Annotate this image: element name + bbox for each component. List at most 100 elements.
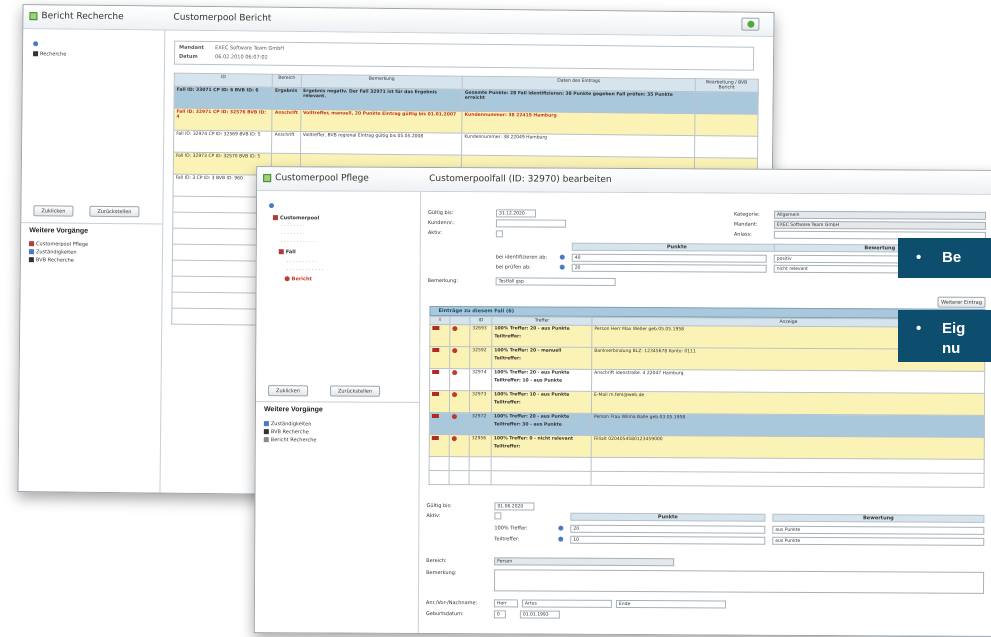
geburtsdatum-field[interactable]: 01.01.1993 bbox=[519, 610, 560, 619]
zuklicken-button[interactable]: Zuklicken bbox=[33, 205, 74, 217]
lower-bemerkung-textarea[interactable] bbox=[494, 569, 985, 594]
geb-prefix-field[interactable]: 0 bbox=[493, 610, 506, 619]
nav-label: Zuständigkeiten bbox=[270, 421, 312, 428]
lower-bewertung-header: Bewertung bbox=[772, 513, 985, 523]
flag-icon[interactable] bbox=[431, 435, 439, 441]
mandant-select[interactable]: EXEC Software Team GmbH bbox=[773, 220, 986, 230]
entry-row[interactable]: 32956 100% Treffer: 0 - nicht relevant Tei… bbox=[429, 434, 985, 460]
flag-icon[interactable] bbox=[432, 347, 440, 353]
tree-fall[interactable]: Fall bbox=[278, 249, 296, 255]
bereich-select[interactable]: Person bbox=[494, 557, 675, 567]
delete-cell[interactable] bbox=[429, 390, 450, 413]
nav-bericht-recherche[interactable]: Bericht Recherche bbox=[263, 437, 316, 443]
mandant-label: Mandant bbox=[179, 44, 204, 51]
nav-zustaendigkeiten[interactable]: Zuständigkeiten bbox=[28, 249, 77, 256]
zuklicken-button[interactable]: Zuklicken bbox=[268, 385, 309, 397]
nav-customerpool-pflege[interactable]: Customerpool Pflege bbox=[29, 241, 88, 248]
entry-treffer: 100% Treffer: 20 - aus Punkte Teiltreffer… bbox=[491, 368, 592, 392]
aktiv-checkbox[interactable] bbox=[495, 230, 503, 238]
flag-icon[interactable] bbox=[432, 325, 440, 331]
kategorie-select[interactable]: Allgemein bbox=[773, 210, 986, 220]
callout-box-2: • Eig nu bbox=[898, 310, 991, 362]
nav-label: Zuständigkeiten bbox=[35, 249, 77, 256]
info-icon[interactable] bbox=[558, 525, 564, 531]
treffer-main: 100% Treffer: 20 - aus Punkte bbox=[494, 326, 570, 332]
delete-cell[interactable] bbox=[429, 346, 450, 369]
kundennr-label: Kundennr.: bbox=[427, 219, 455, 227]
tree-eintrag-b[interactable]: · · · · · · · · · · · · bbox=[287, 267, 324, 273]
tree-item-recherche[interactable]: Recherche bbox=[33, 51, 67, 58]
tree-bericht[interactable]: Bericht bbox=[284, 276, 312, 282]
tree-customerpool[interactable]: Customerpool bbox=[272, 215, 319, 221]
kundennr-field[interactable] bbox=[495, 219, 566, 228]
cell-bearbeitung bbox=[694, 135, 758, 159]
entry-row[interactable]: 32974 100% Treffer: 20 - aus Punkte Teiltr… bbox=[429, 368, 985, 394]
empty-row bbox=[429, 470, 985, 488]
nav-bvb-recherche[interactable]: BVB Recherche bbox=[28, 257, 74, 264]
delete-cell[interactable] bbox=[429, 434, 450, 457]
nav-bvb-recherche[interactable]: BVB Recherche bbox=[263, 429, 309, 435]
delete-cell[interactable] bbox=[429, 324, 450, 347]
empty-cell bbox=[449, 456, 470, 471]
empty-cell bbox=[469, 456, 492, 471]
delete-cell[interactable] bbox=[429, 412, 450, 435]
vorname-field[interactable]: Artus bbox=[521, 599, 612, 608]
tree-sub-2[interactable]: · · · · · · · · bbox=[281, 231, 305, 237]
column-header: X bbox=[429, 316, 450, 325]
tree-sub-3[interactable]: · · · · · · · · · · · bbox=[281, 239, 314, 245]
lower-aktiv-checkbox[interactable] bbox=[494, 512, 502, 520]
lower-teiltreffer-rating[interactable]: aus Punkte bbox=[772, 536, 985, 546]
lower-gueltig-field[interactable]: 01.06.2020 bbox=[494, 502, 535, 511]
geburtsdatum-label: Geburtsdatum: bbox=[425, 610, 464, 618]
callout-text-1: Be bbox=[942, 249, 962, 266]
treffer-main: 100% Treffer: 20 - aus Punkte bbox=[494, 370, 570, 376]
entry-anzeige: Anschrift Idenstraße. 4 22047 Hamburg bbox=[591, 369, 985, 394]
flag-icon[interactable] bbox=[432, 369, 440, 375]
weiterer-eintrag-button[interactable]: Weiterer Eintrag bbox=[937, 296, 986, 308]
info-icon[interactable] bbox=[558, 536, 564, 542]
treffer-main: 100% Treffer: 20 - aus Punkte bbox=[493, 414, 570, 420]
lower-treffer-field[interactable]: 20 bbox=[570, 524, 766, 534]
zurueckstellen-button[interactable]: Zurückstellen bbox=[330, 385, 381, 397]
report-icon bbox=[263, 437, 269, 443]
tree-label: Recherche bbox=[40, 51, 67, 58]
column-header bbox=[449, 316, 470, 325]
tree-sub-1[interactable]: · · · · · · · · bbox=[281, 223, 305, 229]
cell-bearbeitung bbox=[694, 91, 759, 115]
lower-aktiv-label: Aktiv: bbox=[426, 512, 441, 520]
anrede-select[interactable]: Herr bbox=[493, 599, 518, 608]
pruefen-label: bei prüfen ab: bbox=[495, 264, 531, 271]
treffer-sub: Teiltreffer: 30 - aus Punkte bbox=[493, 422, 562, 428]
info-icon[interactable] bbox=[559, 264, 565, 270]
flag-icon[interactable] bbox=[431, 413, 439, 419]
info-icon[interactable] bbox=[559, 254, 565, 260]
tree-eintrag-a[interactable]: · · · · · · · · · · bbox=[287, 259, 317, 265]
refresh-button[interactable] bbox=[741, 17, 760, 31]
empty-cell bbox=[449, 470, 470, 485]
cell-daten: Gesamte Punkte: 28 Fall identifizieren: … bbox=[462, 89, 695, 114]
nachname-field[interactable]: Ende bbox=[615, 599, 726, 609]
pruefen-field[interactable]: 20 bbox=[571, 263, 767, 273]
entry-row[interactable]: 32972 100% Treffer: 20 - aus Punkte Teiltr… bbox=[429, 412, 985, 438]
treffer-main: 100% Treffer: 10 - aus Punkte bbox=[494, 392, 570, 398]
entry-anzeige: Fillialt 0204054580123459000 bbox=[591, 435, 985, 460]
gueltig-bis-field[interactable]: 31.12.2020 bbox=[495, 209, 537, 218]
entry-row[interactable]: 32973 100% Treffer: 10 - aus Punkte Teiltr… bbox=[429, 390, 985, 416]
column-header: ID bbox=[174, 73, 273, 88]
report-icon bbox=[284, 276, 290, 282]
identifizieren-field[interactable]: 40 bbox=[571, 253, 767, 263]
flag-icon[interactable] bbox=[432, 391, 440, 397]
lower-treffer-rating[interactable]: aus Punkte bbox=[772, 525, 985, 535]
cell-bem: Ergebnis negativ. Der Fall 32971 ist für… bbox=[300, 87, 463, 112]
lower-teiltreffer-field[interactable]: 10 bbox=[570, 535, 766, 545]
folder-icon bbox=[278, 249, 284, 255]
status-cell bbox=[449, 346, 470, 369]
entry-id: 32973 bbox=[469, 390, 492, 413]
zurueckstellen-button[interactable]: Zurückstellen bbox=[89, 205, 140, 218]
people-icon bbox=[29, 241, 35, 247]
treffer-sub: Teiltreffer: bbox=[494, 334, 522, 340]
nav-zustaendigkeiten[interactable]: Zuständigkeiten bbox=[263, 421, 312, 428]
delete-cell[interactable] bbox=[429, 368, 450, 391]
refresh-icon bbox=[747, 20, 755, 28]
bemerkung-field[interactable]: Testfall gsp bbox=[495, 277, 616, 286]
